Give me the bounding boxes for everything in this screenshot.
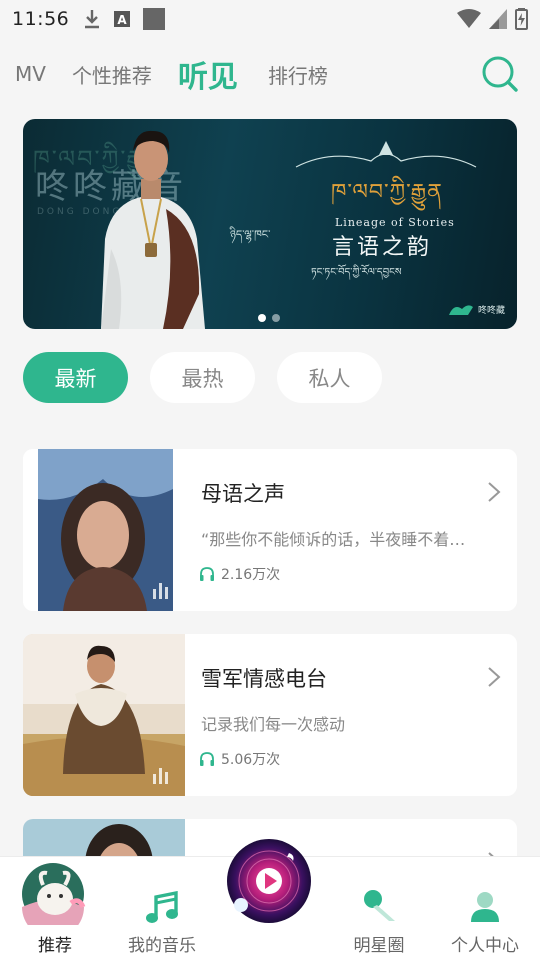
nav-my-music[interactable]: 我的音乐 xyxy=(107,857,217,960)
nav-star-circle-label: 明星圈 xyxy=(353,936,405,956)
nav-star-circle[interactable]: 明星圈 xyxy=(324,857,434,960)
signal-icon xyxy=(489,9,507,29)
radio-card-play-count: 5.06万次 xyxy=(221,752,281,768)
radio-card-play-count: 2.16万次 xyxy=(221,567,281,583)
now-playing-button[interactable] xyxy=(225,837,315,927)
radio-card-description: “那些你不能倾诉的话，半夜睡不着… xyxy=(201,530,466,549)
microphone-icon xyxy=(364,890,395,921)
top-nav: MV 个性推荐 听见 排行榜 xyxy=(0,48,540,100)
banner-tibetan-small: ཉིད་ལྷ་ཁང་ xyxy=(230,228,271,241)
nav-recommend[interactable]: 推荐 xyxy=(0,857,110,960)
radio-card-thumbnail xyxy=(23,634,185,796)
chevron-right-icon[interactable] xyxy=(487,481,501,503)
radio-card-title: 雪军情感电台 xyxy=(201,667,327,691)
tab-personal-recommend[interactable]: 个性推荐 xyxy=(72,60,152,89)
music-note-icon xyxy=(146,891,178,923)
radio-card[interactable]: 母语之声 “那些你不能倾诉的话，半夜睡不着… 2.16万次 xyxy=(23,449,517,611)
filter-hottest[interactable]: 最热 xyxy=(150,352,255,403)
banner-chinese-title: 言语之韵 xyxy=(332,235,433,260)
radio-card-plays: 5.06万次 xyxy=(199,749,280,769)
radio-card[interactable]: 雪军情感电台 记录我们每一次感动 5.06万次 xyxy=(23,634,517,796)
radio-card-plays: 2.16万次 xyxy=(199,564,280,584)
radio-card-thumbnail xyxy=(23,449,185,611)
nav-recommend-label: 推荐 xyxy=(38,936,72,956)
nav-profile[interactable]: 个人中心 xyxy=(430,857,540,960)
goat-avatar-icon xyxy=(22,863,86,925)
headphones-icon xyxy=(200,567,214,581)
wifi-icon xyxy=(457,9,481,28)
nav-profile-label: 个人中心 xyxy=(451,936,519,956)
tab-listen[interactable]: 听见 xyxy=(178,52,238,96)
carousel-dots xyxy=(258,314,280,322)
battery-charging-icon xyxy=(515,8,528,30)
chevron-right-icon[interactable] xyxy=(487,666,501,688)
banner-english-title: Lineage of Stories xyxy=(335,216,455,229)
svg-text:A: A xyxy=(118,13,128,27)
filter-latest[interactable]: 最新 xyxy=(23,352,128,403)
user-icon xyxy=(471,892,499,922)
carousel-dot-2[interactable] xyxy=(272,314,280,322)
banner-tibetan-subtitle: ཏང་ཏང་བོད་ཀྱི་རོལ་དབྱངས xyxy=(311,267,402,278)
a-box-icon: A xyxy=(114,11,131,27)
square-icon xyxy=(143,8,166,30)
carousel-dot-1[interactable] xyxy=(258,314,266,322)
tab-charts[interactable]: 排行榜 xyxy=(268,60,328,89)
banner-carousel[interactable]: ཁ་ལབ་ཀྱི་རྒྱུན 咚咚藏音 DONG DONG MUSIC ཉིད་… xyxy=(23,119,517,329)
tab-mv[interactable]: MV xyxy=(15,62,46,86)
status-right-icons xyxy=(457,8,528,30)
banner-logo-text: 咚咚藏 xyxy=(477,305,505,316)
status-time: 11:56 xyxy=(12,8,70,30)
radio-card-description: 记录我们每一次感动 xyxy=(201,715,346,734)
headphones-icon xyxy=(200,752,214,766)
search-icon[interactable] xyxy=(480,54,520,94)
snow-lion-logo-icon xyxy=(448,305,473,315)
filter-chips: 最新 最热 私人 xyxy=(23,352,382,403)
filter-private[interactable]: 私人 xyxy=(277,352,382,403)
status-left-icons: A xyxy=(83,8,166,30)
banner-logo: 咚咚藏 xyxy=(448,301,505,317)
download-icon xyxy=(85,10,100,29)
nav-my-music-label: 我的音乐 xyxy=(128,936,196,956)
banner-singer-image xyxy=(101,130,205,329)
radio-card-title: 母语之声 xyxy=(201,482,285,506)
status-bar: 11:56 A xyxy=(0,0,540,38)
